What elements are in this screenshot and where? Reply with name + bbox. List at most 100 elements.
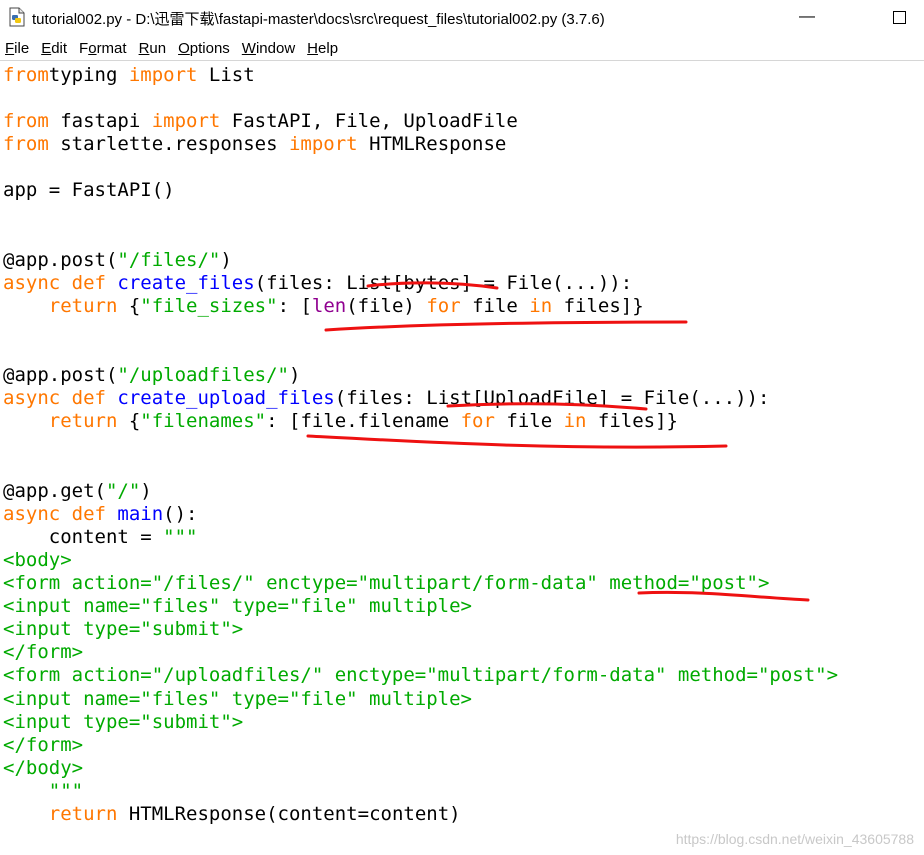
- code-line[interactable]: <form action="/uploadfiles/" enctype="mu…: [3, 664, 838, 687]
- code-line[interactable]: content = """: [3, 526, 838, 549]
- code-token: ():: [163, 502, 198, 525]
- code-line[interactable]: return {"file_sizes": [len(file) for fil…: [3, 295, 838, 318]
- code-line[interactable]: """: [3, 780, 838, 803]
- code-line[interactable]: async def create_upload_files(files: Lis…: [3, 387, 838, 410]
- maximize-icon: [892, 10, 906, 24]
- code-line[interactable]: [3, 341, 838, 364]
- code-token: """: [3, 779, 84, 802]
- code-token: <body>: [3, 548, 72, 571]
- minimize-button[interactable]: —: [784, 4, 830, 30]
- code-line[interactable]: [3, 318, 838, 341]
- code-token: file: [460, 294, 530, 317]
- code-line[interactable]: </form>: [3, 641, 838, 664]
- code-token: for: [426, 294, 461, 317]
- code-token: return: [48, 410, 118, 433]
- code-token: from: [3, 133, 49, 156]
- code-token: import: [288, 133, 358, 156]
- code-token: FastAPI, File, UploadFile: [220, 110, 518, 133]
- code-line[interactable]: from fastapi import FastAPI, File, Uploa…: [3, 110, 838, 133]
- code-token: <form action="/uploadfiles/" enctype="mu…: [3, 664, 839, 687]
- code-token: "/files/": [117, 248, 221, 271]
- code-line[interactable]: <input name="files" type="file" multiple…: [3, 595, 838, 618]
- code-line[interactable]: </body>: [3, 757, 838, 780]
- code-token: (file): [346, 294, 427, 317]
- menu-run[interactable]: Run: [134, 40, 174, 57]
- code-line[interactable]: [3, 203, 838, 226]
- code-editor[interactable]: fromtyping import List from fastapi impo…: [0, 62, 924, 855]
- code-line[interactable]: [3, 434, 838, 457]
- code-line[interactable]: async def create_files(files: List[bytes…: [3, 272, 838, 295]
- code-line[interactable]: [3, 156, 838, 179]
- code-token: @app.post(: [3, 364, 118, 387]
- code-line[interactable]: <input type="submit">: [3, 711, 838, 734]
- code-line[interactable]: from starlette.responses import HTMLResp…: [3, 133, 838, 156]
- menu-file[interactable]: File: [0, 40, 36, 57]
- code-line[interactable]: <input type="submit">: [3, 618, 838, 641]
- code-text-area[interactable]: fromtyping import List from fastapi impo…: [3, 64, 838, 826]
- code-line[interactable]: @app.post("/uploadfiles/"): [3, 364, 838, 387]
- code-token: create_upload_files: [117, 387, 335, 410]
- code-line[interactable]: [3, 226, 838, 249]
- code-token: @app.get(: [3, 479, 106, 502]
- menu-help[interactable]: Help: [302, 40, 345, 57]
- code-token: file: [494, 410, 564, 433]
- code-line[interactable]: </form>: [3, 734, 838, 757]
- code-token: app = FastAPI(): [3, 179, 175, 202]
- code-token: starlette.responses: [48, 133, 289, 156]
- code-line[interactable]: <form action="/files/" enctype="multipar…: [3, 572, 838, 595]
- code-token: return: [48, 803, 118, 825]
- title-bar: tutorial002.py - D:\迅雷下载\fastapi-master\…: [0, 0, 924, 34]
- code-token: {: [117, 410, 141, 433]
- code-token: return: [48, 294, 118, 317]
- code-line[interactable]: app = FastAPI(): [3, 179, 838, 202]
- code-token: """: [163, 525, 198, 548]
- menu-window[interactable]: Window: [237, 40, 302, 57]
- code-token: import: [128, 64, 198, 86]
- code-line[interactable]: return {"filenames": [file.filename for …: [3, 410, 838, 433]
- code-token: files]}: [586, 410, 678, 433]
- maximize-button[interactable]: [876, 4, 922, 30]
- code-token: fastapi: [48, 110, 152, 133]
- code-token: @app.post(: [3, 248, 118, 271]
- code-token: main: [117, 502, 164, 525]
- code-token: : [file.filename: [266, 410, 461, 433]
- code-token: from: [3, 64, 49, 86]
- code-line[interactable]: <input name="files" type="file" multiple…: [3, 688, 838, 711]
- code-token: create_files: [117, 271, 255, 294]
- code-token: (files: List[bytes] = File(...)):: [254, 271, 633, 294]
- code-token: (files: List[UploadFile] = File(...)):: [334, 387, 770, 410]
- menu-bar: File Edit Format Run Options Window Help: [0, 36, 924, 61]
- code-token: len: [311, 294, 347, 317]
- code-token: List: [197, 64, 255, 86]
- code-token: from: [3, 110, 49, 133]
- menu-format[interactable]: Format: [74, 40, 134, 57]
- code-token: async def: [3, 502, 106, 525]
- code-token: ): [140, 479, 152, 502]
- code-line[interactable]: @app.get("/"): [3, 480, 838, 503]
- code-token: <input name="files" type="file" multiple…: [3, 687, 472, 710]
- code-token: "/": [105, 479, 141, 502]
- code-line[interactable]: [3, 457, 838, 480]
- code-token: HTMLResponse: [357, 133, 507, 156]
- code-line[interactable]: async def main():: [3, 503, 838, 526]
- code-token: {: [117, 294, 141, 317]
- code-token: files]}: [552, 294, 644, 317]
- menu-edit[interactable]: Edit: [36, 40, 74, 57]
- watermark: https://blog.csdn.net/weixin_43605788: [675, 831, 914, 847]
- window-title: tutorial002.py - D:\迅雷下载\fastapi-master\…: [32, 11, 605, 28]
- code-token: in: [563, 410, 587, 433]
- code-token: async def: [3, 387, 106, 410]
- minimize-icon: —: [799, 8, 815, 25]
- code-line[interactable]: @app.post("/files/"): [3, 249, 838, 272]
- code-line[interactable]: return HTMLResponse(content=content): [3, 803, 838, 826]
- menu-options[interactable]: Options: [173, 40, 237, 57]
- code-line[interactable]: fromtyping import List: [3, 64, 838, 87]
- code-line[interactable]: [3, 87, 838, 110]
- code-line[interactable]: <body>: [3, 549, 838, 572]
